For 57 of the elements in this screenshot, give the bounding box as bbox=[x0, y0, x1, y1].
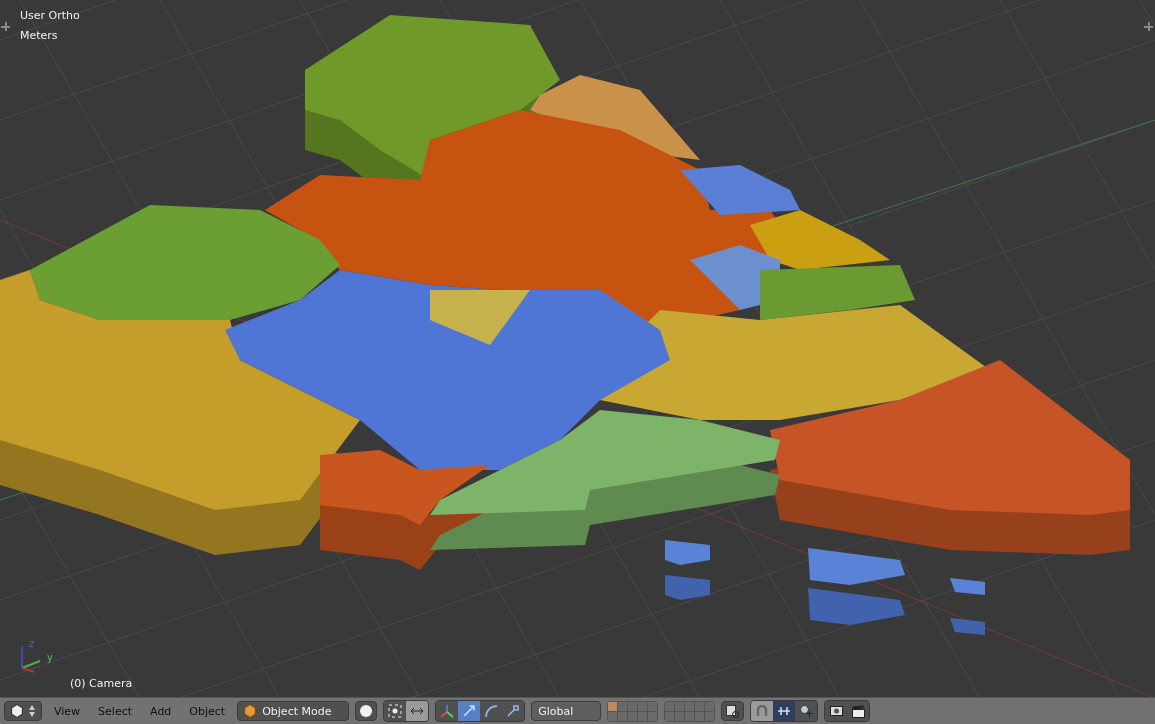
layer-toggle[interactable] bbox=[685, 711, 695, 721]
layer-toggle[interactable] bbox=[648, 701, 658, 711]
layer-toggle[interactable] bbox=[638, 701, 648, 711]
snap-element-dropdown[interactable] bbox=[773, 701, 796, 721]
menu-item[interactable]: Object bbox=[183, 704, 232, 718]
layer-toggle[interactable] bbox=[608, 701, 618, 711]
axis-gizmo-icon bbox=[21, 645, 41, 673]
orientation-dropdown[interactable]: Global bbox=[531, 701, 602, 721]
layer-toggle[interactable] bbox=[648, 711, 658, 721]
lock-icon bbox=[726, 704, 740, 718]
mode-dropdown[interactable]: Object Mode bbox=[237, 701, 350, 721]
snap-target-icon bbox=[799, 704, 813, 718]
menu-item[interactable]: Select bbox=[92, 704, 139, 718]
cube-icon bbox=[11, 704, 23, 718]
layer-toggle[interactable] bbox=[675, 711, 685, 721]
snap-increment-icon bbox=[778, 707, 791, 715]
snap-magnet-button[interactable] bbox=[751, 701, 774, 721]
pivot-icon bbox=[388, 704, 403, 718]
layer-toggle[interactable] bbox=[618, 701, 628, 711]
menu-item[interactable]: Add bbox=[144, 704, 178, 718]
editor-type-button[interactable] bbox=[4, 701, 42, 721]
arrow-icon bbox=[463, 705, 476, 717]
layer-toggle[interactable] bbox=[705, 701, 715, 711]
arc-icon bbox=[485, 705, 498, 717]
layer-toggle[interactable] bbox=[705, 711, 715, 721]
layer-toggle[interactable] bbox=[638, 711, 648, 721]
axis-label: y bbox=[47, 652, 53, 663]
magnet-icon bbox=[756, 705, 769, 717]
cube-icon bbox=[244, 704, 257, 718]
axis-label: z bbox=[29, 638, 35, 649]
layer-toggle[interactable] bbox=[685, 701, 695, 711]
panel-expand-icon[interactable] bbox=[1, 22, 10, 31]
layer-toggle[interactable] bbox=[618, 711, 628, 721]
panel-expand-icon[interactable] bbox=[1144, 22, 1153, 31]
object-label: (0) Camera bbox=[70, 677, 133, 690]
layer-toggle[interactable] bbox=[608, 711, 618, 721]
layer-toggle[interactable] bbox=[695, 701, 705, 711]
clapperboard-icon bbox=[851, 704, 865, 718]
translate-manipulator-button[interactable] bbox=[458, 701, 481, 721]
layer-toggle[interactable] bbox=[695, 711, 705, 721]
align-pivot-button[interactable] bbox=[406, 701, 429, 721]
lock-camera-button[interactable] bbox=[721, 701, 745, 721]
scale-handle-icon bbox=[507, 705, 520, 717]
layer-toggle[interactable] bbox=[665, 701, 675, 711]
layer-toggle[interactable] bbox=[628, 701, 638, 711]
menu-item[interactable]: View bbox=[48, 704, 87, 718]
view-name: User Ortho bbox=[20, 9, 80, 22]
axes-icon bbox=[440, 704, 455, 718]
spinner-arrows-icon bbox=[29, 705, 35, 717]
layer-toggle[interactable] bbox=[628, 711, 638, 721]
double-arrow-icon bbox=[411, 708, 424, 714]
sphere-icon bbox=[360, 705, 373, 717]
layer-toggle[interactable] bbox=[675, 701, 685, 711]
units-label: Meters bbox=[20, 29, 58, 42]
camera-icon bbox=[829, 706, 843, 716]
layer-toggle[interactable] bbox=[665, 711, 675, 721]
shading-dropdown[interactable] bbox=[355, 701, 378, 721]
